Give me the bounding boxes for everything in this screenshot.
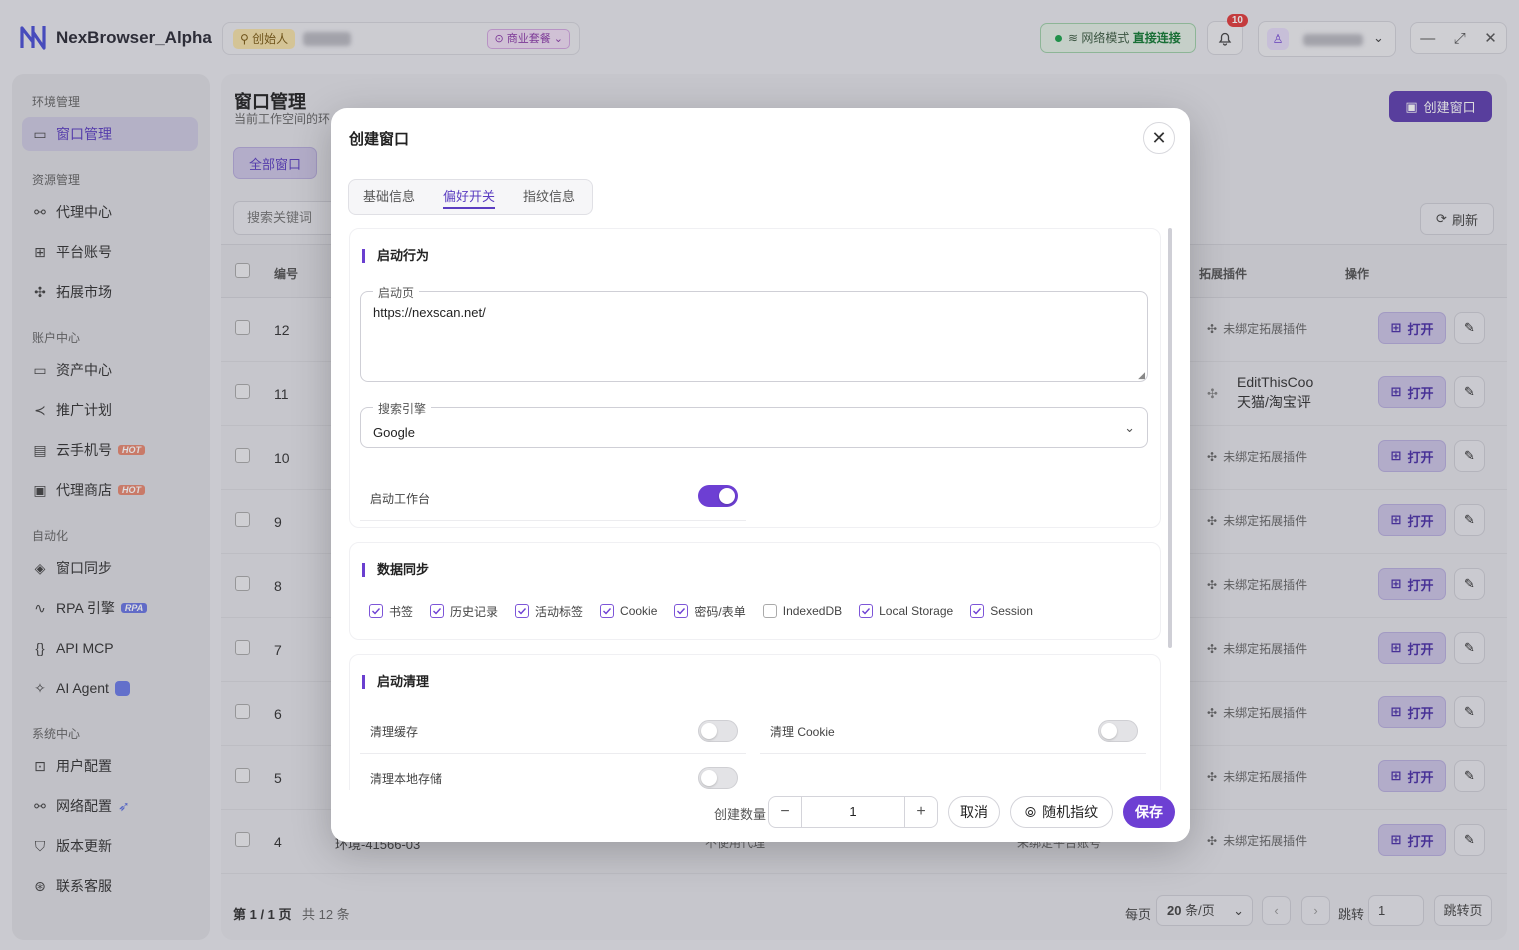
checkbox[interactable] (762, 604, 777, 618)
chevron-down-icon: ⌄ (1124, 420, 1135, 435)
close-dialog-button[interactable]: ✕ (1143, 122, 1175, 154)
search-engine-legend: 搜索引擎 (373, 400, 432, 417)
clear-cookie-label: 清理 Cookie (770, 725, 835, 739)
quantity-input[interactable]: 1 (801, 797, 905, 827)
create-window-dialog: 创建窗口 ✕ 基础信息 偏好开关 指纹信息 启动行为 启动页 https://n… (331, 108, 1190, 842)
quantity-stepper: − 1 + (768, 796, 938, 828)
sync-bookmarks[interactable]: 书签 (369, 602, 413, 620)
startup-card: 启动行为 启动页 https://nexscan.net/ ◢ 搜索引擎 Goo… (349, 228, 1161, 528)
cleanup-card: 启动清理 清理缓存 清理 Cookie 清理本地存储 (349, 654, 1161, 790)
checkbox[interactable] (430, 604, 445, 618)
dialog-tabs: 基础信息 偏好开关 指纹信息 (348, 179, 593, 215)
save-button[interactable]: 保存 (1123, 796, 1175, 828)
sync-passwords[interactable]: 密码/表单 (674, 602, 746, 620)
cancel-button[interactable]: 取消 (948, 796, 1000, 828)
clear-local-label: 清理本地存储 (370, 772, 443, 786)
tab-fingerprint[interactable]: 指纹信息 (523, 179, 575, 215)
checkbox[interactable] (859, 604, 874, 618)
clear-cookie-row: 清理 Cookie (760, 708, 1146, 754)
sync-history[interactable]: 历史记录 (430, 602, 498, 620)
sync-checkbox-group: 书签 历史记录 活动标签 Cookie 密码/表单 IndexedDB Loca… (369, 602, 1033, 620)
search-engine-select[interactable]: 搜索引擎 Google ⌄ (360, 400, 1148, 448)
checkbox[interactable] (600, 604, 615, 618)
sync-local-storage[interactable]: Local Storage (859, 602, 953, 620)
checkbox[interactable] (970, 604, 985, 618)
section-title-startup: 启动行为 (362, 249, 429, 263)
count-label: 创建数量 (714, 807, 767, 822)
clear-cache-label: 清理缓存 (370, 725, 419, 739)
clear-local-row: 清理本地存储 (360, 765, 746, 790)
clear-local-toggle[interactable] (698, 767, 738, 789)
resize-handle-icon[interactable]: ◢ (1138, 370, 1145, 381)
tab-preferences[interactable]: 偏好开关 (443, 179, 496, 215)
decrement-button[interactable]: − (769, 797, 801, 827)
section-title-cleanup: 启动清理 (362, 675, 429, 689)
dialog-title: 创建窗口 (349, 131, 410, 148)
data-sync-card: 数据同步 (349, 542, 1161, 640)
home-page-field[interactable]: 启动页 https://nexscan.net/ ◢ (360, 284, 1148, 382)
workbench-label: 启动工作台 (370, 492, 431, 506)
sync-active-tabs[interactable]: 活动标签 (515, 602, 583, 620)
home-page-legend: 启动页 (373, 284, 420, 301)
close-icon: ✕ (1151, 127, 1167, 148)
section-title-sync: 数据同步 (362, 563, 429, 577)
checkbox[interactable] (515, 604, 530, 618)
sync-session[interactable]: Session (970, 602, 1033, 620)
clear-cookie-toggle[interactable] (1098, 720, 1138, 742)
random-fingerprint-button[interactable]: ⦾ 随机指纹 (1010, 796, 1113, 828)
search-engine-value: Google (373, 425, 415, 440)
sync-cookie[interactable]: Cookie (600, 602, 657, 620)
clear-cache-row: 清理缓存 (360, 708, 746, 754)
dialog-body: 启动行为 启动页 https://nexscan.net/ ◢ 搜索引擎 Goo… (349, 228, 1171, 790)
home-page-value: https://nexscan.net/ (373, 305, 486, 320)
clear-cache-toggle[interactable] (698, 720, 738, 742)
dialog-scrollbar[interactable] (1168, 228, 1172, 648)
checkbox[interactable] (674, 604, 689, 618)
checkbox[interactable] (369, 604, 383, 618)
workbench-toggle-row: 启动工作台 (360, 475, 746, 521)
dialog-footer: 创建数量 − 1 + 取消 ⦾ 随机指纹 保存 (331, 794, 1190, 842)
workbench-toggle[interactable] (698, 485, 738, 507)
fingerprint-icon: ⦾ (1024, 803, 1037, 820)
tab-basic-info[interactable]: 基础信息 (363, 179, 415, 215)
increment-button[interactable]: + (905, 797, 937, 827)
sync-indexeddb[interactable]: IndexedDB (762, 602, 842, 620)
